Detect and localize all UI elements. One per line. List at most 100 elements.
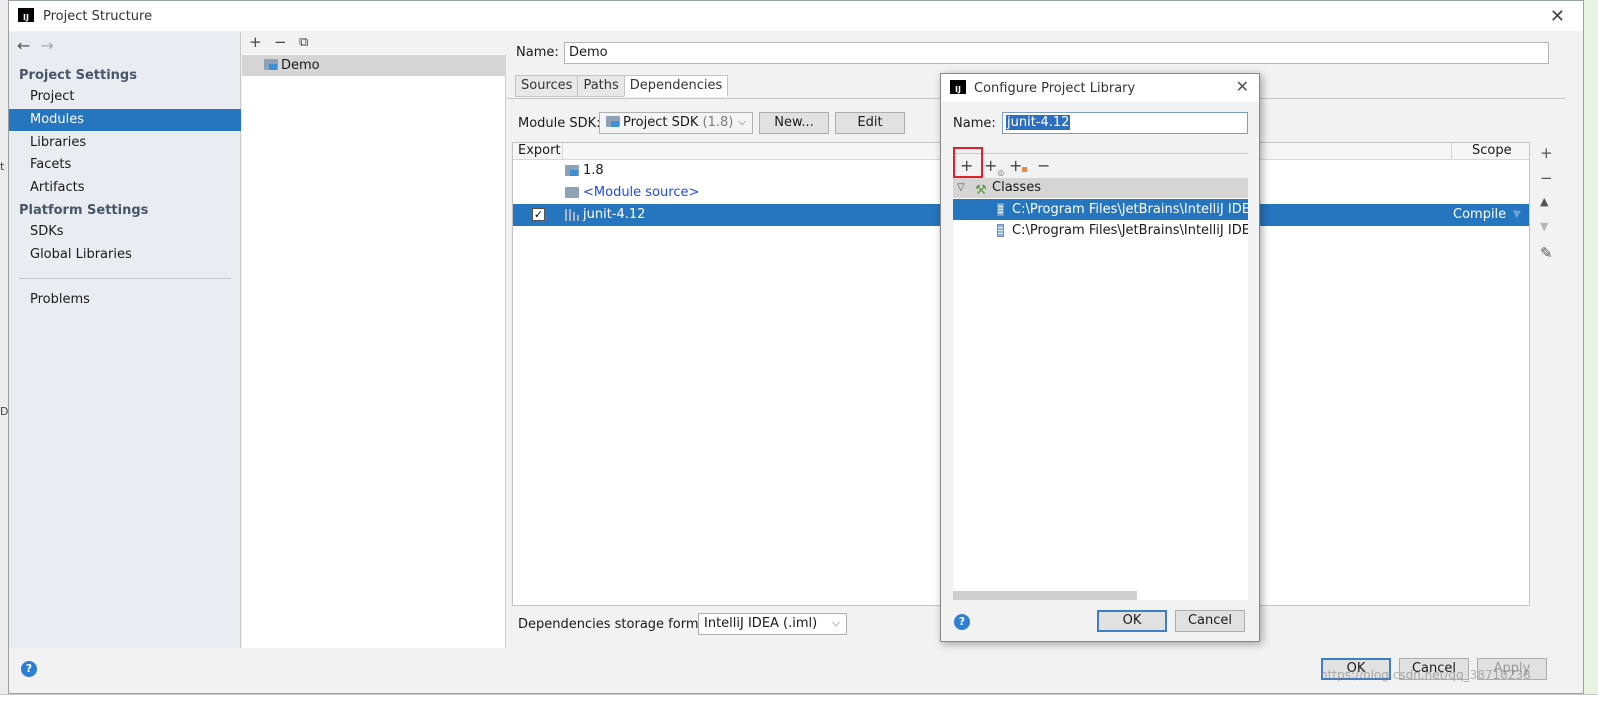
- add-icon[interactable]: +: [1540, 144, 1553, 162]
- dependency-name: <Module source>: [583, 185, 700, 200]
- column-divider: [562, 143, 563, 160]
- module-tree-panel: + − ⧉ Demo: [242, 32, 506, 648]
- dialog-title-bar: IJ Configure Project Library ✕: [941, 74, 1259, 102]
- project-settings-heading: Project Settings: [19, 68, 137, 83]
- classes-node[interactable]: ▽ ⚒ Classes: [953, 178, 1248, 198]
- dialog-divider: [953, 153, 1248, 154]
- storage-format-dropdown[interactable]: IntelliJ IDEA (.iml) ⌵: [698, 613, 847, 635]
- sidebar-item-global-libraries[interactable]: Global Libraries: [9, 244, 241, 266]
- chevron-down-icon[interactable]: ▼: [1513, 204, 1521, 226]
- storage-format-label: Dependencies storage format:: [518, 617, 716, 632]
- attach-files-icon[interactable]: +◎: [984, 156, 1004, 177]
- module-tree-toolbar: + − ⧉: [242, 32, 506, 54]
- platform-settings-heading: Platform Settings: [19, 203, 149, 218]
- chevron-down-icon: ⌵: [832, 618, 840, 629]
- sidebar-item-problems[interactable]: Problems: [9, 289, 241, 311]
- background-window-strip-right: [1584, 0, 1598, 694]
- dependency-name: junit-4.12: [583, 207, 646, 222]
- class-root-path: C:\Program Files\JetBrains\IntelliJ IDEA…: [1012, 223, 1248, 238]
- module-folder-icon: [264, 59, 278, 70]
- dependency-name: 1.8: [583, 163, 604, 178]
- sdk-version: (1.8): [702, 115, 734, 130]
- sidebar-item-libraries[interactable]: Libraries: [9, 132, 241, 154]
- sdk-folder-icon: [565, 165, 579, 176]
- back-arrow-icon[interactable]: ←: [17, 36, 30, 55]
- settings-sidebar: ← → Project Settings Project Modules Libr…: [9, 32, 241, 648]
- library-name-field[interactable]: junit-4.12: [1002, 112, 1248, 134]
- sidebar-item-project[interactable]: Project: [9, 86, 241, 108]
- sidebar-item-sdks[interactable]: SDKs: [9, 221, 241, 243]
- sidebar-item-modules[interactable]: Modules: [9, 109, 241, 131]
- dialog-title: Configure Project Library: [974, 80, 1136, 96]
- chevron-down-icon: ⌵: [738, 117, 746, 128]
- source-folder-icon: [565, 187, 579, 198]
- window-title: Project Structure: [43, 8, 153, 24]
- background-window-strip: t De: [0, 0, 15, 708]
- remove-icon[interactable]: −: [274, 33, 287, 51]
- edit-pencil-icon[interactable]: ✎: [1540, 244, 1553, 262]
- jar-icon: [997, 203, 1004, 216]
- class-root-path: C:\Program Files\JetBrains\IntelliJ IDEA…: [1012, 202, 1248, 217]
- sidebar-item-facets[interactable]: Facets: [9, 154, 241, 176]
- dialog-cancel-button[interactable]: Cancel: [1175, 610, 1245, 632]
- sidebar-divider: [19, 278, 231, 279]
- copy-icon[interactable]: ⧉: [299, 35, 308, 50]
- orange-badge-icon: [1022, 167, 1028, 172]
- help-icon[interactable]: ?: [954, 614, 970, 630]
- jar-icon: [997, 224, 1004, 237]
- background-window-strip-bottom: [0, 694, 1598, 708]
- remove-icon[interactable]: −: [1540, 169, 1553, 187]
- intellij-logo-icon: IJ: [18, 8, 34, 24]
- background-glyph: t: [0, 160, 5, 173]
- move-down-icon[interactable]: ▼: [1540, 220, 1548, 233]
- attach-jar-icon[interactable]: +: [1009, 156, 1028, 175]
- tab-dependencies[interactable]: Dependencies: [623, 75, 729, 97]
- project-structure-window: IJ Project Structure ✕ ← → Project Settin…: [8, 0, 1584, 694]
- attach-badge-icon: ◎: [997, 168, 1005, 178]
- module-name-field[interactable]: Demo: [564, 42, 1549, 64]
- sdk-folder-icon: [606, 116, 620, 127]
- module-tree-item[interactable]: Demo: [242, 55, 506, 76]
- edit-sdk-button[interactable]: Edit: [835, 112, 905, 134]
- remove-icon[interactable]: −: [1037, 156, 1050, 175]
- module-name: Demo: [281, 58, 320, 73]
- dialog-ok-button[interactable]: OK: [1097, 610, 1167, 632]
- module-tabs: Sources Paths Dependencies: [515, 75, 729, 97]
- configure-library-dialog: IJ Configure Project Library ✕ Name: jun…: [940, 73, 1260, 642]
- watermark-text: https://blog.csdn.net/qq_38710238: [1320, 668, 1531, 682]
- sdk-value: Project SDK: [623, 115, 699, 130]
- module-sdk-label: Module SDK:: [518, 116, 601, 131]
- close-icon[interactable]: ✕: [1550, 6, 1565, 27]
- class-root-item[interactable]: C:\Program Files\JetBrains\IntelliJ IDEA…: [953, 199, 1248, 220]
- add-icon[interactable]: +: [249, 33, 262, 51]
- chevron-down-icon[interactable]: ▽: [957, 178, 965, 198]
- module-sdk-dropdown[interactable]: Project SDK (1.8) ⌵: [599, 112, 753, 134]
- library-roots-tree: ▽ ⚒ Classes C:\Program Files\JetBrains\I…: [953, 178, 1248, 600]
- help-icon[interactable]: ?: [21, 661, 37, 677]
- forward-arrow-icon[interactable]: →: [40, 36, 53, 55]
- classes-icon: ⚒: [975, 183, 987, 198]
- tab-sources[interactable]: Sources: [515, 75, 579, 97]
- export-checkbox[interactable]: ✓: [532, 208, 545, 221]
- attach-jar-plus: +: [1009, 156, 1023, 175]
- column-header-scope[interactable]: Scope: [1472, 143, 1512, 159]
- history-arrows: ← →: [17, 36, 64, 55]
- sidebar-item-artifacts[interactable]: Artifacts: [9, 177, 241, 199]
- storage-format-value: IntelliJ IDEA (.iml): [704, 616, 818, 631]
- move-up-icon[interactable]: ▲: [1540, 195, 1548, 208]
- column-divider: [1451, 143, 1452, 160]
- horizontal-scrollbar[interactable]: [953, 591, 1137, 600]
- column-header-export[interactable]: Export: [518, 143, 561, 159]
- close-icon[interactable]: ✕: [1236, 77, 1249, 96]
- highlight-box: [953, 147, 983, 178]
- tab-paths[interactable]: Paths: [577, 75, 625, 97]
- name-label: Name:: [516, 45, 559, 60]
- scope-value[interactable]: Compile: [1453, 204, 1506, 226]
- library-name-label: Name:: [953, 116, 996, 131]
- library-name-value: junit-4.12: [1006, 115, 1071, 130]
- intellij-logo-icon: IJ: [950, 80, 966, 96]
- library-icon: [565, 209, 579, 221]
- new-sdk-button[interactable]: New...: [759, 112, 829, 134]
- class-root-item[interactable]: C:\Program Files\JetBrains\IntelliJ IDEA…: [953, 220, 1248, 241]
- title-bar: IJ Project Structure ✕: [9, 1, 1583, 31]
